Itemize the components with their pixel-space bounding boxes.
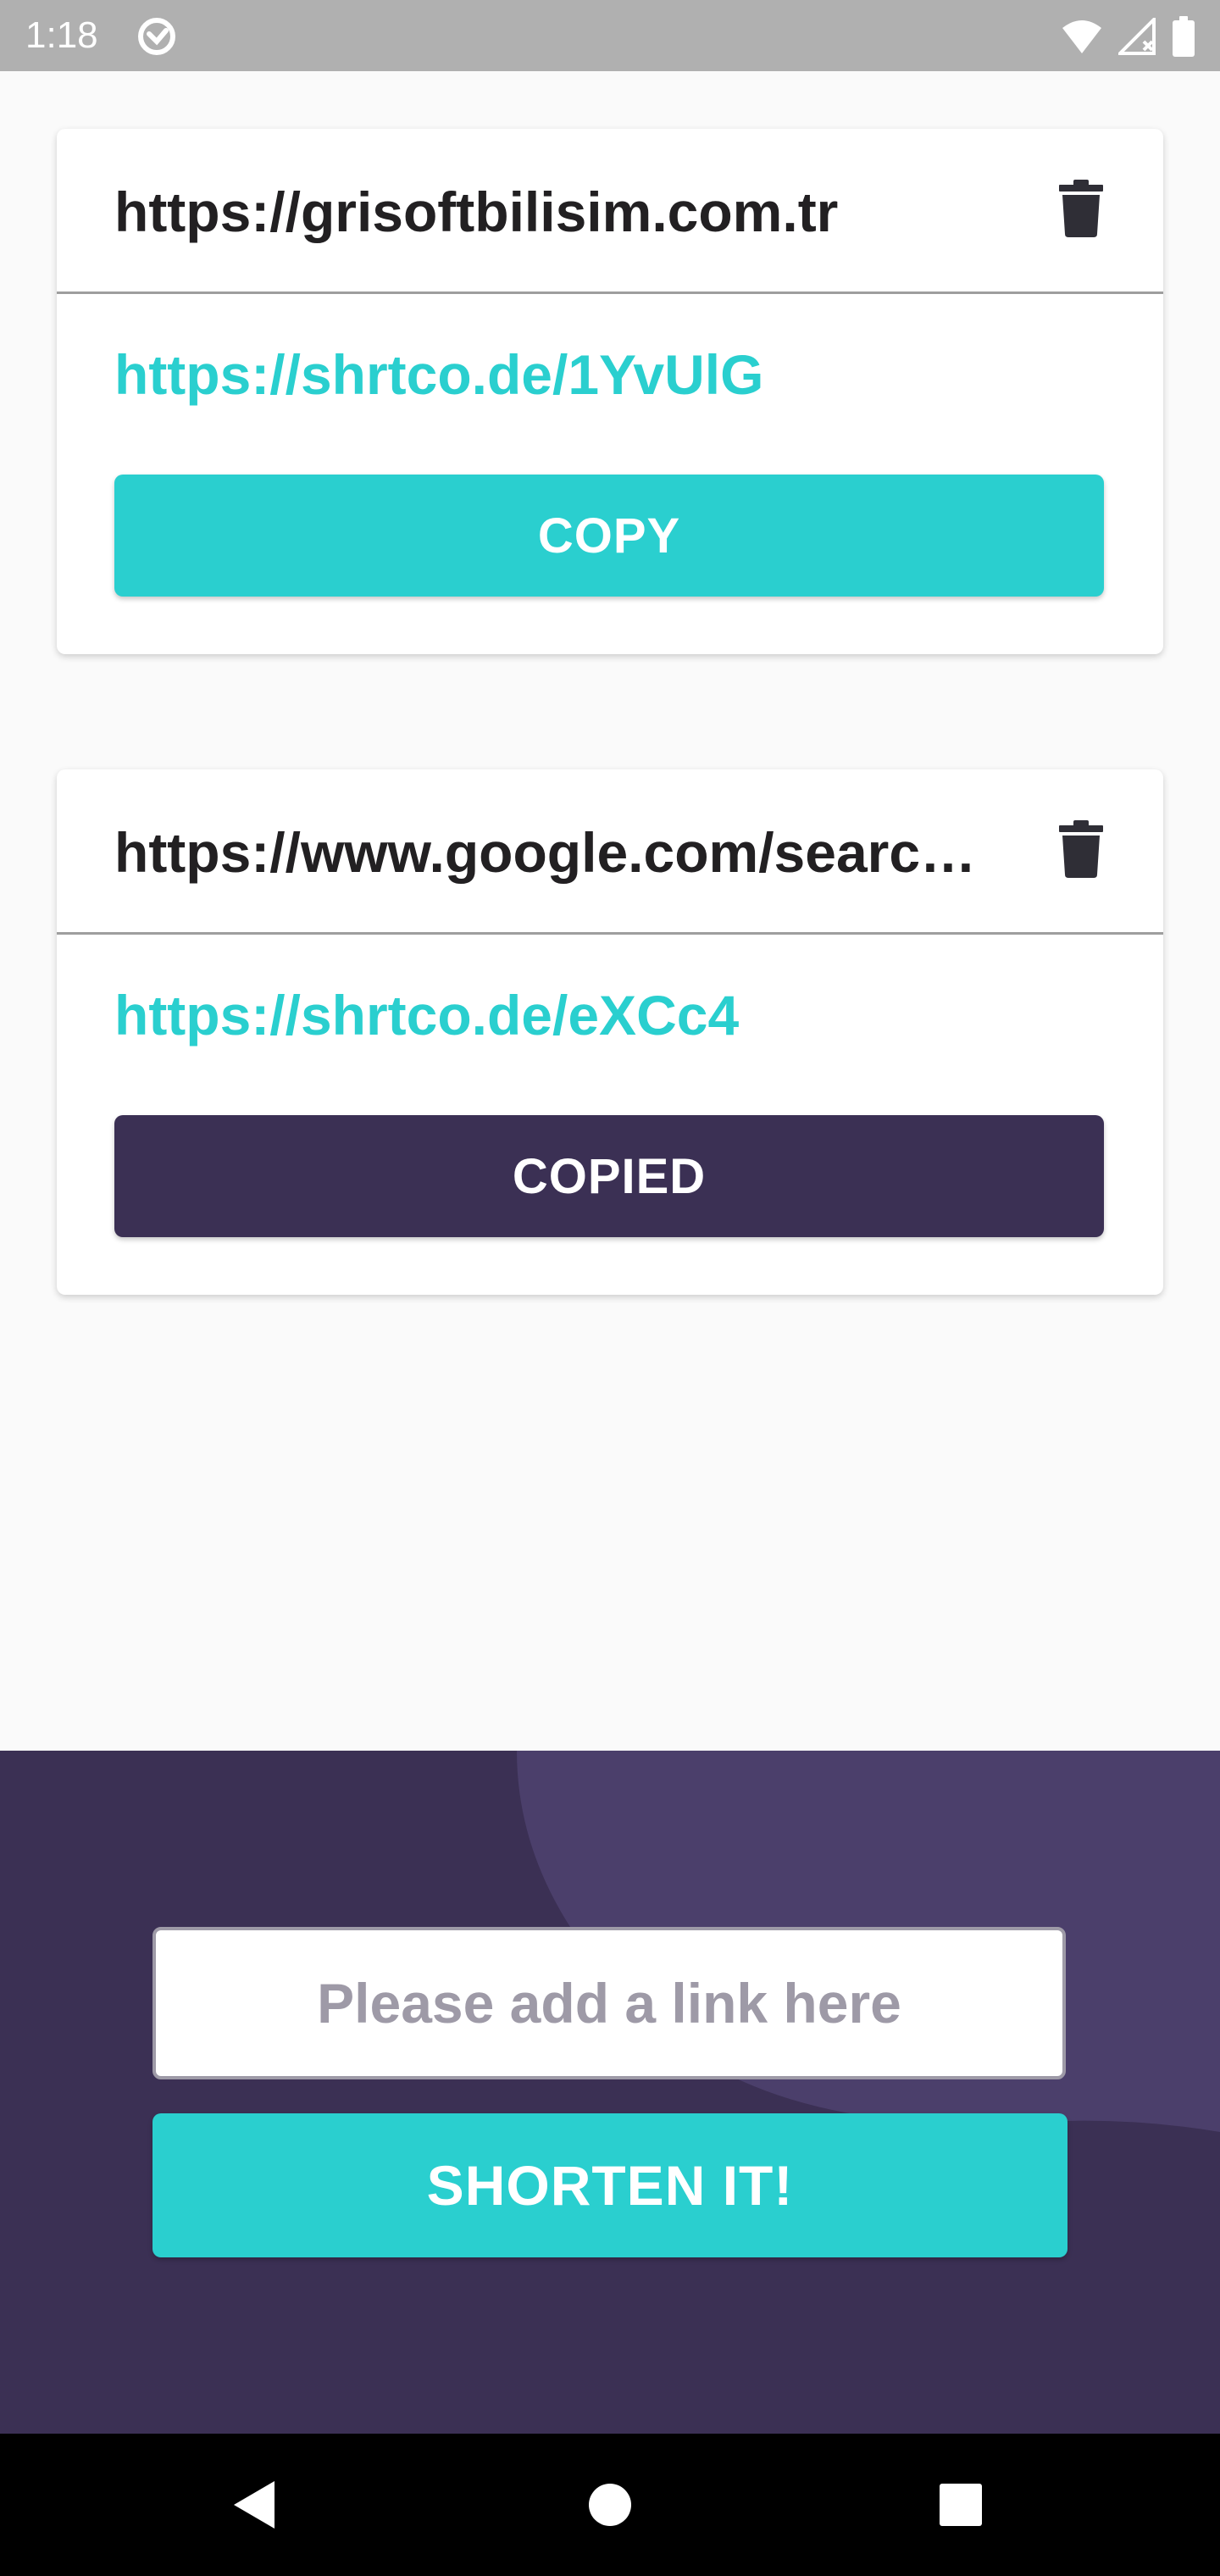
original-url: https://www.google.com/search?q= xyxy=(114,821,995,884)
wifi-icon xyxy=(1062,20,1101,53)
link-card-header: https://www.google.com/search?q= xyxy=(57,769,1163,935)
panel-background-shape xyxy=(517,1751,1220,2132)
status-bar: 1:18 xyxy=(0,0,1220,71)
delete-button[interactable] xyxy=(1043,168,1119,249)
sync-icon xyxy=(138,18,175,55)
back-button[interactable] xyxy=(220,2471,288,2539)
short-url[interactable]: https://shrtco.de/1YvUlG xyxy=(114,339,763,410)
short-url[interactable]: https://shrtco.de/eXCc4 xyxy=(114,980,739,1051)
battery-icon xyxy=(1173,16,1195,57)
shorten-button[interactable]: SHORTEN IT! xyxy=(152,2113,1068,2257)
navigation-bar xyxy=(0,2434,1220,2576)
home-button[interactable] xyxy=(576,2471,644,2539)
original-url: https://grisoftbilisim.com.tr xyxy=(114,180,839,243)
copied-button[interactable]: COPIED xyxy=(114,1115,1104,1237)
recents-button[interactable] xyxy=(927,2471,995,2539)
link-card: https://grisoftbilisim.com.tr https://sh… xyxy=(57,129,1163,654)
back-icon xyxy=(234,2481,274,2529)
link-history-list[interactable]: https://grisoftbilisim.com.tr https://sh… xyxy=(0,71,1220,1751)
shorten-panel: SHORTEN IT! xyxy=(0,1751,1220,2434)
status-time: 1:18 xyxy=(25,14,98,56)
link-card: https://www.google.com/search?q= https:/… xyxy=(57,769,1163,1295)
recents-icon xyxy=(940,2484,982,2526)
cell-signal-icon xyxy=(1118,18,1156,55)
link-card-header: https://grisoftbilisim.com.tr xyxy=(57,129,1163,294)
link-input[interactable] xyxy=(152,1927,1066,2079)
trash-icon xyxy=(1059,180,1103,237)
delete-button[interactable] xyxy=(1043,808,1119,890)
home-icon xyxy=(589,2484,631,2526)
copy-button[interactable]: COPY xyxy=(114,475,1104,597)
trash-icon xyxy=(1059,820,1103,878)
status-icons xyxy=(1061,15,1195,58)
